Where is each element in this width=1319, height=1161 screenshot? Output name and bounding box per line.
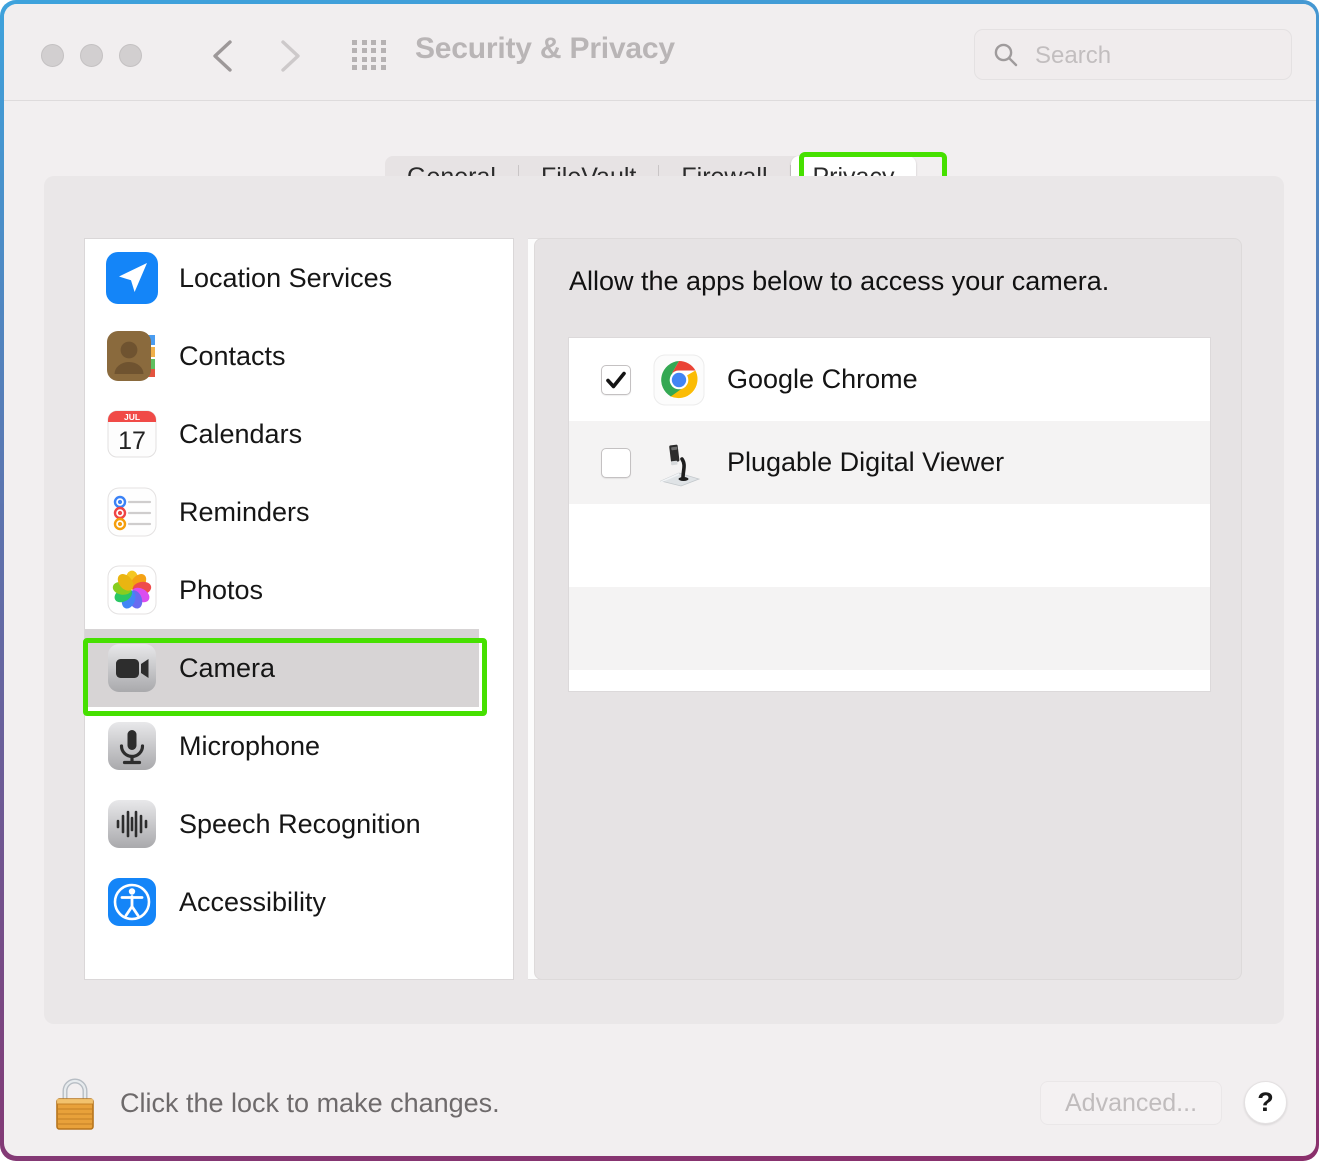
accessibility-icon xyxy=(105,875,159,929)
camera-icon xyxy=(105,641,159,695)
forward-chevron-icon[interactable] xyxy=(269,34,309,78)
camera-permissions-pane: Allow the apps below to access your came… xyxy=(534,238,1242,980)
sidebar-item-location-services[interactable]: Location Services xyxy=(85,239,479,317)
sidebar-item-label: Microphone xyxy=(179,730,321,761)
minimize-window-button[interactable] xyxy=(80,44,103,67)
calendars-icon: JUL 17 xyxy=(105,407,159,461)
table-row[interactable]: Google Chrome xyxy=(569,338,1210,421)
sidebar-item-contacts[interactable]: Contacts xyxy=(85,317,479,395)
app-name: Google Chrome xyxy=(727,364,918,394)
plugable-digital-viewer-icon xyxy=(653,437,705,489)
sidebar-item-label: Camera xyxy=(179,652,276,683)
close-window-button[interactable] xyxy=(41,44,64,67)
svg-text:JUL: JUL xyxy=(124,412,140,422)
sidebar-item-calendars[interactable]: JUL 17 Calendars xyxy=(85,395,479,473)
help-button[interactable]: ? xyxy=(1244,1081,1287,1124)
sidebar-item-speech-recognition[interactable]: Speech Recognition xyxy=(85,785,479,863)
app-permission-checkbox[interactable] xyxy=(601,364,631,395)
sidebar-item-label: Location Services xyxy=(179,262,393,293)
microphone-icon xyxy=(105,719,159,773)
table-row-empty xyxy=(569,670,1210,691)
contacts-icon xyxy=(105,329,159,383)
svg-text:17: 17 xyxy=(118,427,146,455)
sidebar-item-label: Calendars xyxy=(179,418,303,449)
app-permission-checkbox[interactable] xyxy=(601,447,631,478)
sidebar-item-label: Contacts xyxy=(179,340,286,371)
window-body: Security & Privacy Search General FileVa… xyxy=(4,4,1316,1156)
lock-hint-text: Click the lock to make changes. xyxy=(120,1088,500,1118)
location-services-icon xyxy=(105,251,159,305)
search-input[interactable]: Search xyxy=(974,29,1292,80)
table-row-empty xyxy=(569,587,1210,670)
google-chrome-icon xyxy=(653,354,705,406)
advanced-button[interactable]: Advanced... xyxy=(1040,1081,1222,1125)
page-title: Security & Privacy xyxy=(415,32,675,65)
sidebar-item-microphone[interactable]: Microphone xyxy=(85,707,479,785)
photos-icon xyxy=(105,563,159,617)
sidebar-item-photos[interactable]: Photos xyxy=(85,551,479,629)
sidebar-item-label: Accessibility xyxy=(179,886,327,917)
sidebar-item-label: Reminders xyxy=(179,496,310,527)
sidebar-item-reminders[interactable]: Reminders xyxy=(85,473,479,551)
maximize-window-button[interactable] xyxy=(119,44,142,67)
privacy-category-list: Location Services Contacts JUL 17 Calend… xyxy=(84,238,514,980)
app-name: Plugable Digital Viewer xyxy=(727,447,1005,477)
search-placeholder: Search xyxy=(1035,42,1112,69)
search-icon xyxy=(993,42,1019,68)
sidebar-item-camera[interactable]: Camera xyxy=(85,629,479,707)
table-row[interactable]: Plugable Digital Viewer xyxy=(569,421,1210,504)
show-all-grid-icon[interactable] xyxy=(349,38,389,72)
preferences-window: Security & Privacy Search General FileVa… xyxy=(0,0,1319,1161)
sidebar-item-label: Speech Recognition xyxy=(179,808,421,839)
table-row-empty xyxy=(569,504,1210,587)
sidebar-item-label: Photos xyxy=(179,574,264,605)
app-permission-list: Google Chrome Plugable Digital Viewer xyxy=(568,337,1211,692)
back-chevron-icon[interactable] xyxy=(204,34,244,78)
permissions-heading: Allow the apps below to access your came… xyxy=(569,266,1110,296)
reminders-icon xyxy=(105,485,159,539)
privacy-content-panel: Location Services Contacts JUL 17 Calend… xyxy=(44,176,1284,1024)
closed-lock-icon[interactable] xyxy=(51,1072,99,1134)
sidebar-item-accessibility[interactable]: Accessibility xyxy=(85,863,479,941)
window-titlebar: Security & Privacy Search xyxy=(4,4,1316,101)
speech-recognition-icon xyxy=(105,797,159,851)
